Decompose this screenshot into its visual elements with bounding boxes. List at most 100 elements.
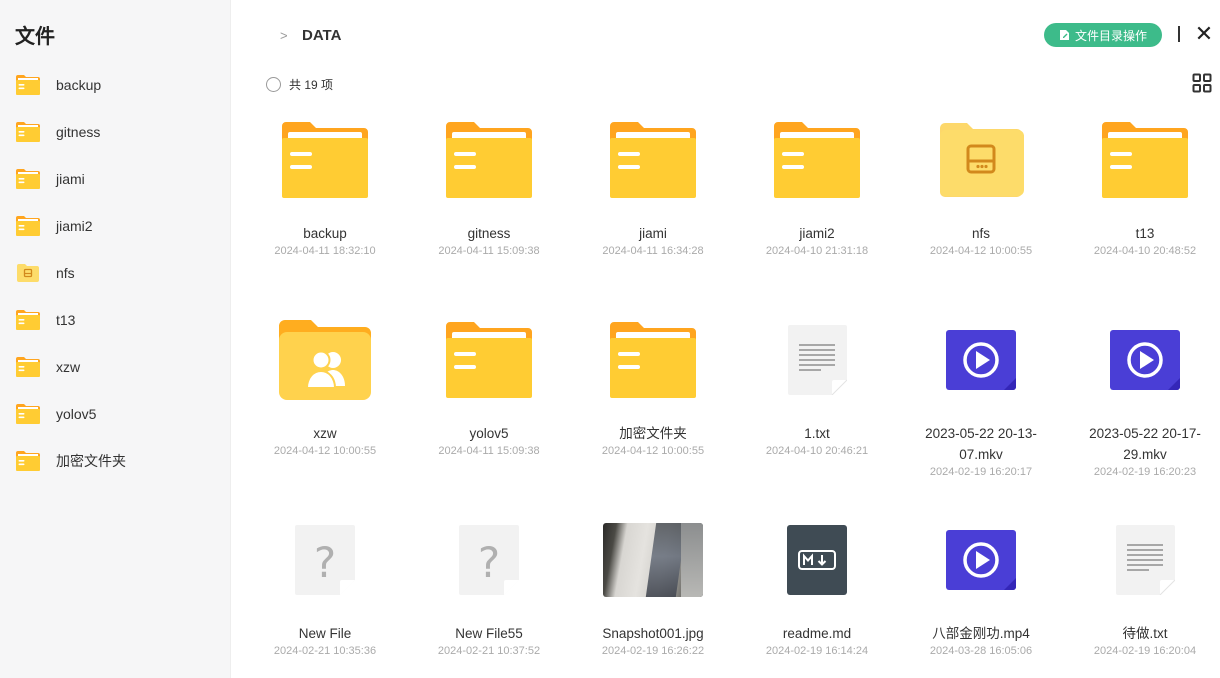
sidebar-title: 文件 [15, 24, 55, 48]
folder-icon [16, 121, 40, 142]
close-button[interactable]: ✕ [1193, 21, 1215, 47]
sidebar-item-加密文件夹[interactable]: 加密文件夹 [0, 437, 230, 484]
sidebar-item-gitness[interactable]: gitness [0, 108, 230, 155]
file-date: 2024-04-10 20:46:21 [765, 445, 869, 457]
file-date: 2024-02-19 16:20:17 [929, 466, 1033, 478]
nfs-folder-icon [16, 263, 40, 283]
text-file-icon [735, 300, 899, 420]
file-date: 2024-04-11 18:32:10 [274, 245, 376, 257]
file-item[interactable]: 1.txt 2024-04-10 20:46:21 [735, 300, 899, 500]
file-item[interactable]: t13 2024-04-10 20:48:52 [1063, 100, 1220, 300]
sidebar-item-jiami[interactable]: jiami [0, 155, 230, 202]
select-all-radio[interactable] [266, 76, 281, 92]
file-date: 2024-04-12 10:00:55 [929, 245, 1033, 257]
file-item[interactable]: nfs 2024-04-12 10:00:55 [899, 100, 1063, 300]
folder-icon [1063, 100, 1220, 220]
folder-icon [407, 100, 571, 220]
video-file-icon [899, 500, 1063, 620]
selection-bar: 共 19 项 [266, 75, 333, 93]
folder-icon [571, 300, 735, 420]
file-name: New File [298, 626, 352, 641]
sidebar-item-label: yolov5 [56, 405, 97, 422]
file-item[interactable]: gitness 2024-04-11 15:09:38 [407, 100, 571, 300]
file-item[interactable]: 加密文件夹 2024-04-12 10:00:55 [571, 300, 735, 500]
sidebar-item-jiami2[interactable]: jiami2 [0, 202, 230, 249]
folder-icon [16, 215, 40, 236]
sidebar-item-label: xzw [56, 358, 81, 375]
file-name: backup [303, 226, 347, 241]
file-item[interactable]: backup 2024-04-11 18:32:10 [243, 100, 407, 300]
file-name: readme.md [782, 626, 852, 641]
file-item[interactable]: Snapshot001.jpg 2024-02-19 16:26:22 [571, 500, 735, 678]
sidebar-item-backup[interactable]: backup [0, 61, 230, 108]
header-bar: > DATA 文件目录操作 ✕ [231, 21, 1220, 52]
sidebar-item-label: gitness [56, 123, 101, 140]
file-item[interactable]: ? New File 2024-02-21 10:35:36 [243, 500, 407, 678]
folder-icon [735, 100, 899, 220]
folder-icon [243, 100, 407, 220]
folder-icon [16, 403, 40, 424]
file-item[interactable]: xzw 2024-04-12 10:00:55 [243, 300, 407, 500]
sidebar-item-label: nfs [56, 264, 75, 281]
file-date: 2024-02-19 16:26:22 [601, 645, 705, 657]
file-name: jiami2 [799, 226, 835, 241]
folder-icon [16, 168, 40, 189]
file-name: New File55 [455, 626, 523, 641]
breadcrumb-separator: > [280, 28, 288, 43]
sidebar-item-label: t13 [56, 311, 76, 328]
sidebar-item-xzw[interactable]: xzw [0, 343, 230, 390]
file-item[interactable]: yolov5 2024-04-11 15:09:38 [407, 300, 571, 500]
file-item[interactable]: jiami2 2024-04-10 21:31:18 [735, 100, 899, 300]
folder-icon [16, 309, 40, 330]
breadcrumb-current-folder[interactable]: DATA [302, 27, 341, 44]
nfs-folder-icon [899, 100, 1063, 220]
file-item[interactable]: 2023-05-22 20-13-07.mkv 2024-02-19 16:20:… [899, 300, 1063, 500]
file-date: 2024-04-11 15:09:38 [438, 245, 540, 257]
sidebar-item-yolov5[interactable]: yolov5 [0, 390, 230, 437]
dir-operations-label: 文件目录操作 [1074, 28, 1147, 43]
file-item[interactable]: jiami 2024-04-11 16:34:28 [571, 100, 735, 300]
file-item[interactable]: readme.md 2024-02-19 16:14:24 [735, 500, 899, 678]
file-date: 2024-02-19 16:14:24 [765, 645, 869, 657]
file-manager-window: 文件 backup gitness jiami jiami2 nfs t13 xzw yolo… [0, 0, 1220, 678]
unknown-file-icon: ? [243, 500, 407, 620]
file-name: Snapshot001.jpg [602, 626, 704, 641]
file-name: 待做.txt [1122, 626, 1168, 641]
edit-doc-icon [1059, 30, 1069, 40]
file-date: 2024-04-10 21:31:18 [765, 245, 869, 257]
file-date: 2024-04-10 20:48:52 [1093, 245, 1197, 257]
file-name: jiami [639, 226, 667, 241]
sidebar-item-label: jiami2 [56, 217, 93, 234]
folder-icon [16, 450, 40, 471]
grid-view-icon[interactable] [1192, 73, 1212, 93]
folder-icon [16, 74, 40, 95]
folder-icon [16, 356, 40, 377]
file-item[interactable]: 八部金刚功.mp4 2024-03-28 16:05:06 [899, 500, 1063, 678]
sidebar-item-nfs[interactable]: nfs [0, 249, 230, 296]
sidebar-item-label: backup [56, 76, 102, 93]
sidebar-item-t13[interactable]: t13 [0, 296, 230, 343]
header-divider [1178, 26, 1180, 42]
file-date: 2024-02-21 10:37:52 [437, 645, 541, 657]
sidebar: 文件 backup gitness jiami jiami2 nfs t13 xzw yolo… [0, 0, 231, 678]
file-item[interactable]: 2023-05-22 20-17-29.mkv 2024-02-19 16:20:… [1063, 300, 1220, 500]
file-name: yolov5 [469, 426, 509, 441]
markdown-file-icon [735, 500, 899, 620]
main-panel: > DATA 文件目录操作 ✕ 共 19 项 backup 2024-04-11… [231, 0, 1220, 678]
file-date: 2024-04-11 15:09:38 [438, 445, 540, 457]
file-date: 2024-02-19 16:20:04 [1093, 645, 1197, 657]
file-item[interactable]: ? New File55 2024-02-21 10:37:52 [407, 500, 571, 678]
file-date: 2024-02-21 10:35:36 [273, 645, 377, 657]
file-date: 2024-02-19 16:20:23 [1093, 466, 1197, 478]
unknown-file-icon: ? [407, 500, 571, 620]
file-date: 2024-04-12 10:00:55 [601, 445, 705, 457]
sidebar-item-label: jiami [56, 170, 85, 187]
folder-icon [407, 300, 571, 420]
file-item[interactable]: 待做.txt 2024-02-19 16:20:04 [1063, 500, 1220, 678]
file-name: gitness [467, 226, 511, 241]
sidebar-item-label: 加密文件夹 [56, 452, 126, 469]
file-name: 八部金刚功.mp4 [932, 626, 1030, 641]
shared-folder-icon [243, 300, 407, 420]
dir-operations-button[interactable]: 文件目录操作 [1044, 23, 1162, 47]
file-date: 2024-03-28 16:05:06 [929, 645, 1033, 657]
